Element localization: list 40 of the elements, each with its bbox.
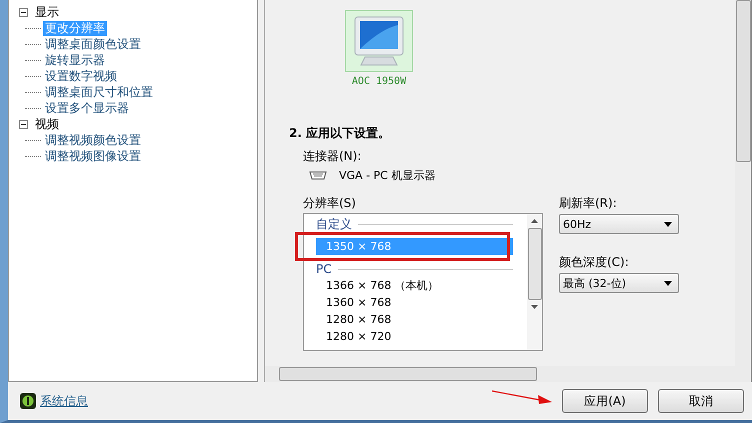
group-header: PC [316, 262, 332, 276]
vertical-scrollbar[interactable] [735, 0, 751, 366]
resolution-label: 分辨率(S) [303, 195, 357, 211]
tree-item[interactable]: 显示 [33, 4, 61, 20]
caret-icon [664, 280, 672, 286]
tree-item[interactable]: 设置数字视频 [43, 68, 119, 84]
dialog-button[interactable]: 取消 [658, 389, 744, 413]
caret-icon [664, 222, 672, 226]
color-depth-dropdown[interactable]: 最高 (32-位) [559, 273, 679, 293]
system-info-link[interactable]: 系统信息 [40, 392, 88, 410]
tree-item[interactable]: 调整桌面尺寸和位置 [43, 84, 155, 100]
tree-item[interactable]: 旋转显示器 [43, 52, 107, 68]
section-heading: 2. 应用以下设置。 [289, 125, 392, 142]
display-name: AOC 1950W [352, 76, 406, 87]
tree-item[interactable]: 调整视频颜色设置 [43, 132, 143, 148]
refresh-rate-dropdown[interactable]: 60Hz [559, 214, 679, 234]
connector-icon [309, 171, 327, 180]
tree-item[interactable]: 调整桌面颜色设置 [43, 36, 143, 52]
display-tile[interactable] [345, 10, 413, 72]
resolution-option[interactable]: 1366 × 768 （本机） [316, 277, 513, 294]
scroll-down-icon[interactable] [531, 305, 538, 309]
tree-item[interactable]: 设置多个显示器 [43, 100, 131, 116]
horizontal-scrollbar[interactable] [265, 366, 751, 382]
collapse-toggle[interactable] [19, 120, 28, 128]
refresh-rate-label: 刷新率(R): [559, 195, 618, 211]
resolution-option[interactable]: 1280 × 720 [316, 328, 513, 345]
connector-value: VGA - PC 机显示器 [339, 168, 436, 183]
dialog-button[interactable]: 应用(A) [562, 389, 648, 413]
color-depth-label: 颜色深度(C): [559, 254, 630, 270]
resolution-option[interactable]: 1280 × 768 [316, 311, 513, 328]
list-scrollbar[interactable] [527, 214, 542, 350]
info-icon [20, 393, 36, 409]
resolution-option[interactable]: 1360 × 768 [316, 294, 513, 311]
tree-item[interactable]: 视频 [33, 116, 61, 132]
collapse-toggle[interactable] [19, 8, 28, 16]
scroll-up-icon[interactable] [531, 219, 538, 223]
group-header: 自定义 [316, 216, 352, 232]
annotation-arrow [492, 389, 552, 405]
tree-item[interactable]: 调整视频图像设置 [43, 148, 143, 164]
connector-label: 连接器(N): [303, 148, 362, 164]
